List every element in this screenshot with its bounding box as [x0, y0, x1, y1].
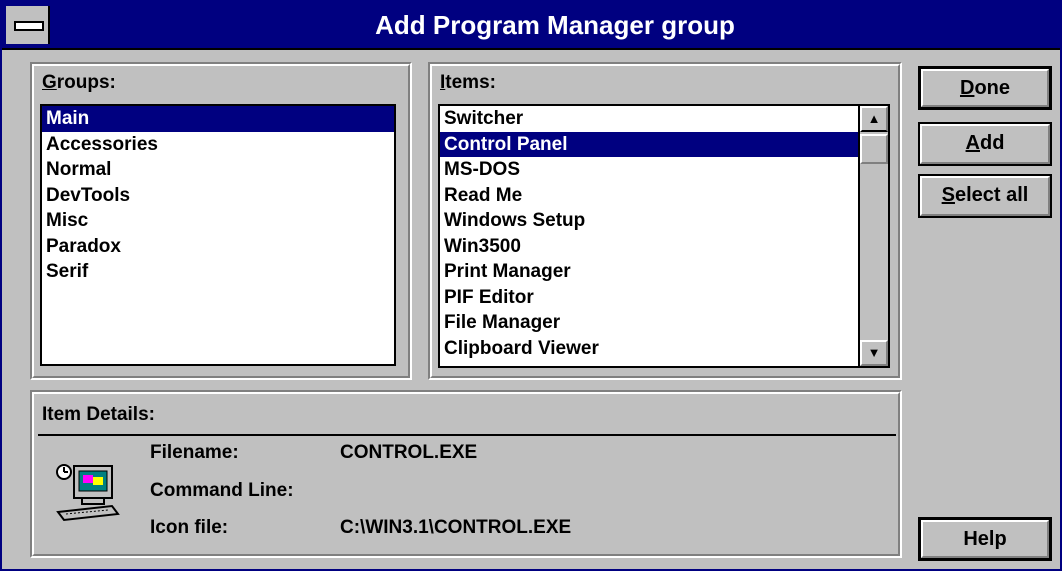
groups-panel: Groups: Main Accessories Normal DevTools Mis… [30, 62, 412, 380]
item-list-item[interactable]: Windows Setup [440, 208, 858, 234]
icon-file-value: C:\WIN3.1\CONTROL.EXE [340, 517, 572, 538]
groups-label: Groups: [42, 72, 116, 93]
item-list-item[interactable]: MS-DOS [440, 157, 858, 183]
filename-value: CONTROL.EXE [340, 442, 478, 463]
group-list-item[interactable]: Accessories [42, 132, 394, 158]
computer-icon [52, 462, 124, 524]
details-divider [38, 434, 896, 436]
arrow-up-icon: ▲ [867, 111, 881, 126]
dialog-window: Add Program Manager group Groups: Main Ac… [0, 0, 1062, 571]
item-list-item[interactable]: File Manager [440, 310, 858, 336]
command-line-label: Command Line: [150, 480, 294, 501]
system-menu-button[interactable] [6, 6, 50, 44]
group-list-item[interactable]: Misc [42, 208, 394, 234]
item-details-heading: Item Details: [42, 404, 155, 425]
item-list-item[interactable]: Clipboard Viewer [440, 336, 858, 362]
scroll-thumb[interactable] [860, 134, 888, 164]
group-list-item[interactable]: DevTools [42, 183, 394, 209]
item-details-panel: Item Details: Filename: CONTROL.EXE Comm… [30, 390, 902, 558]
group-list-item[interactable]: Main [42, 106, 394, 132]
icon-file-label: Icon file: [150, 517, 229, 538]
group-list-item[interactable]: Normal [42, 157, 394, 183]
groups-listbox[interactable]: Main Accessories Normal DevTools Misc Paradox… [40, 104, 396, 366]
items-listbox[interactable]: Switcher Control Panel MS-DOS Read Me Window… [438, 104, 890, 368]
item-list-item[interactable]: Win3500 [440, 234, 858, 260]
group-list-item[interactable]: Paradox [42, 234, 394, 260]
done-button[interactable]: Done [918, 66, 1052, 110]
system-menu-icon [14, 21, 44, 31]
select-all-button[interactable]: Select all [918, 174, 1052, 218]
item-list-item[interactable]: Control Panel [440, 131, 858, 157]
scroll-down-button[interactable]: ▼ [860, 340, 888, 366]
items-label: Items: [440, 72, 496, 93]
items-scrollbar[interactable]: ▲ ▼ [858, 106, 888, 366]
window-title: Add Program Manager group [375, 10, 735, 40]
scroll-up-button[interactable]: ▲ [860, 106, 888, 132]
help-button[interactable]: Help [918, 517, 1052, 561]
title-bar: Add Program Manager group [2, 2, 1060, 50]
group-list-item[interactable]: Serif [42, 259, 394, 285]
item-list-item[interactable]: Switcher [440, 106, 858, 132]
item-list-item[interactable]: Print Manager [440, 259, 858, 285]
arrow-down-icon: ▼ [867, 345, 881, 360]
items-panel: Items: Switcher Control Panel MS-DOS Read M… [428, 62, 902, 380]
item-list-item[interactable]: PIF Editor [440, 285, 858, 311]
item-list-item[interactable]: Read Me [440, 183, 858, 209]
add-button[interactable]: Add [918, 122, 1052, 166]
filename-label: Filename: [150, 442, 239, 463]
